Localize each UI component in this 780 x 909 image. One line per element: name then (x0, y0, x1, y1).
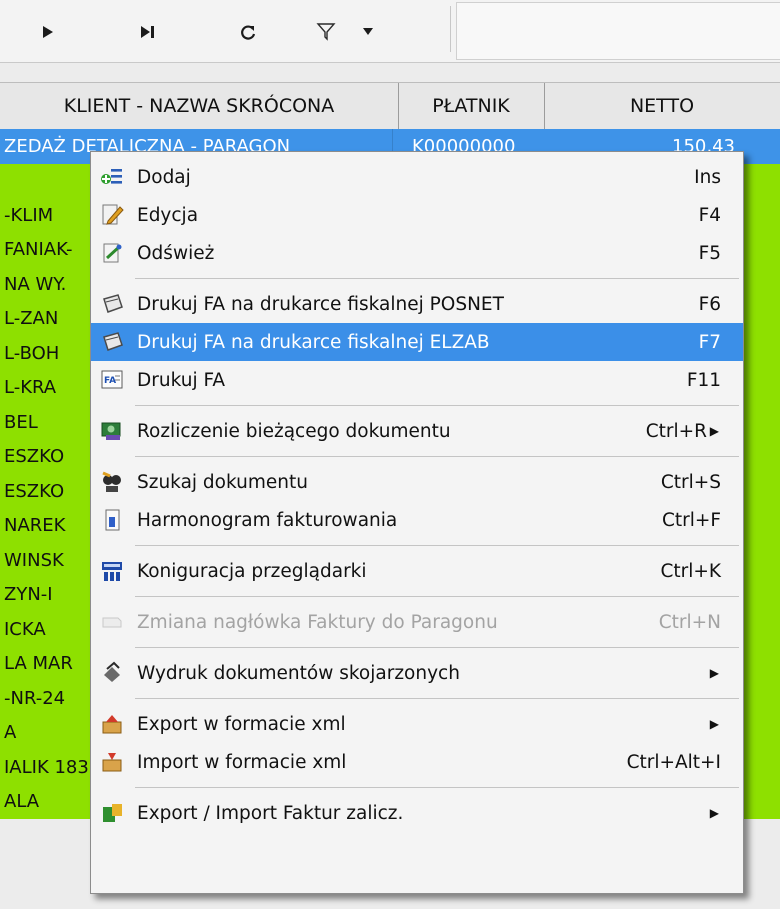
add-list-icon (99, 164, 125, 190)
menu-item-label: Szukaj dokumentu (137, 471, 308, 493)
search-document-icon (99, 469, 125, 495)
submenu-arrow-icon: ▶ (709, 666, 719, 680)
menu-item-shortcut: F6 (698, 293, 721, 315)
menu-separator (135, 596, 739, 597)
menu-item-shortcut: F4 (698, 204, 721, 226)
menu-separator (135, 698, 739, 699)
menu-item-label: Edycja (137, 204, 199, 226)
menu-item-import-w-formacie-xml[interactable]: Import w formacie xml Ctrl+Alt+I (91, 743, 743, 781)
menu-item-shortcut: Ctrl+F (661, 509, 721, 531)
menu-item-shortcut: F7 (698, 331, 721, 353)
settlement-icon (99, 418, 125, 444)
filter-icon[interactable] (306, 20, 346, 44)
menu-item-koniguracja-przegladarki[interactable]: Koniguracja przeglądarki Ctrl+K (91, 552, 743, 590)
menu-item-export-import-faktur-zalicz[interactable]: Export / Import Faktur zalicz. ▶ (91, 794, 743, 832)
menu-item-odswiez[interactable]: Odśwież F5 (91, 234, 743, 272)
submenu-arrow-icon: ▶ (709, 806, 719, 820)
menu-item-label: Odśwież (137, 242, 215, 264)
grid-header: KLIENT - NAZWA SKRÓCONA PŁATNIK NETTO (0, 82, 780, 130)
play-icon[interactable] (28, 20, 68, 44)
menu-item-szukaj-dokumentu[interactable]: Szukaj dokumentu Ctrl+S (91, 463, 743, 501)
schedule-icon (99, 507, 125, 533)
menu-item-zmiana-naglowka-faktury-do-paragonu: Zmiana nagłówka Faktury do Paragonu Ctrl+… (91, 603, 743, 641)
menu-separator (135, 647, 739, 648)
fiscal-printer-icon (99, 329, 125, 355)
menu-item-shortcut: F5 (698, 242, 721, 264)
menu-item-shortcut: Ctrl+N (658, 611, 721, 633)
menu-item-export-w-formacie-xml[interactable]: Export w formacie xml ▶ (91, 705, 743, 743)
menu-item-drukuj-fa[interactable]: FA Drukuj FA F11 (91, 361, 743, 399)
menu-item-label: Export w formacie xml (137, 713, 346, 735)
toolbar-separator (450, 6, 451, 52)
configuration-icon (99, 558, 125, 584)
menu-item-label: Zmiana nagłówka Faktury do Paragonu (137, 611, 498, 633)
menu-item-label: Import w formacie xml (137, 751, 347, 773)
menu-item-label: Wydruk dokumentów skojarzonych (137, 662, 460, 684)
dropdown-arrow-icon[interactable] (348, 20, 388, 44)
export-xml-icon (99, 711, 125, 737)
menu-item-drukuj-fa-na-drukarce-fiskalnej-posnet[interactable]: Drukuj FA na drukarce fiskalnej POSNET F6 (91, 285, 743, 323)
context-menu: Dodaj Ins Edycja F4 Odśwież F5 Drukuj FA na dr… (90, 151, 744, 894)
menu-separator (135, 278, 739, 279)
menu-item-label: Export / Import Faktur zalicz. (137, 802, 404, 824)
svg-text:FA: FA (104, 376, 116, 386)
submenu-arrow-icon: ▶ (709, 424, 719, 438)
menu-item-shortcut: Ctrl+S (660, 471, 721, 493)
refresh-icon[interactable] (228, 20, 268, 44)
change-header-icon (99, 609, 125, 635)
toolbar-panel (456, 2, 780, 60)
column-header-net[interactable]: NETTO (544, 83, 780, 129)
menu-separator (135, 456, 739, 457)
import-xml-icon (99, 749, 125, 775)
menu-item-label: Drukuj FA na drukarce fiskalnej ELZAB (137, 331, 490, 353)
column-header-payer[interactable]: PŁATNIK (398, 83, 545, 129)
menu-item-label: Drukuj FA (137, 369, 226, 391)
menu-item-dodaj[interactable]: Dodaj Ins (91, 158, 743, 196)
menu-item-label: Rozliczenie bieżącego dokumentu (137, 420, 451, 442)
print-invoice-icon: FA (99, 367, 125, 393)
menu-item-label: Drukuj FA na drukarce fiskalnej POSNET (137, 293, 504, 315)
export-import-icon (99, 800, 125, 826)
fiscal-printer-icon (99, 291, 125, 317)
menu-item-label: Koniguracja przeglądarki (137, 560, 367, 582)
menu-item-edycja[interactable]: Edycja F4 (91, 196, 743, 234)
menu-separator (135, 545, 739, 546)
menu-item-shortcut: F11 (686, 369, 721, 391)
menu-item-shortcut: Ctrl+R (645, 420, 707, 442)
menu-item-shortcut: Ctrl+Alt+I (626, 751, 721, 773)
menu-item-shortcut: Ins (694, 166, 721, 188)
refresh-document-icon (99, 240, 125, 266)
menu-item-harmonogram-fakturowania[interactable]: Harmonogram fakturowania Ctrl+F (91, 501, 743, 539)
skip-end-icon[interactable] (128, 20, 168, 44)
menu-item-label: Harmonogram fakturowania (137, 509, 398, 531)
menu-item-label: Dodaj (137, 166, 191, 188)
menu-item-drukuj-fa-na-drukarce-fiskalnej-elzab[interactable]: Drukuj FA na drukarce fiskalnej ELZAB F7 (91, 323, 743, 361)
toolbar (0, 0, 780, 63)
related-documents-icon (99, 660, 125, 686)
column-header-client[interactable]: KLIENT - NAZWA SKRÓCONA (0, 83, 399, 129)
submenu-arrow-icon: ▶ (709, 717, 719, 731)
menu-separator (135, 787, 739, 788)
edit-icon (99, 202, 125, 228)
menu-item-rozliczenie-biezacego-dokumentu[interactable]: Rozliczenie bieżącego dokumentu Ctrl+R ▶ (91, 412, 743, 450)
menu-item-wydruk-dokumentow-skojarzonych[interactable]: Wydruk dokumentów skojarzonych ▶ (91, 654, 743, 692)
menu-item-shortcut: Ctrl+K (660, 560, 721, 582)
menu-separator (135, 405, 739, 406)
